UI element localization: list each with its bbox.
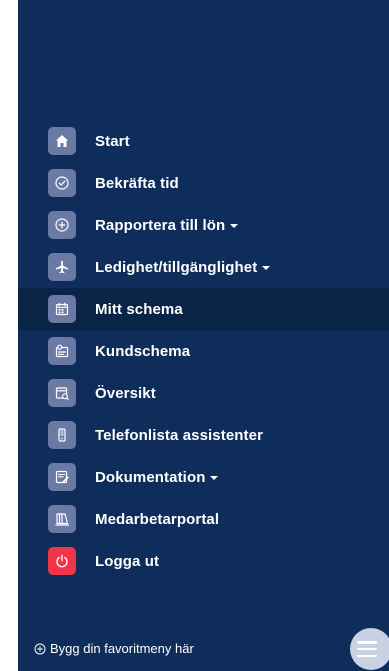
build-favorite-menu-link[interactable]: Bygg din favoritmeny här: [34, 641, 194, 656]
menu-item-label: Dokumentation: [95, 468, 219, 486]
menu-item-label: Översikt: [95, 384, 156, 402]
menu-item-logga-ut[interactable]: Logga ut: [18, 540, 389, 582]
menu-item-kundschema[interactable]: Kundschema: [18, 330, 389, 372]
menu-item-label: Mitt schema: [95, 300, 183, 318]
airplane-icon: [48, 253, 76, 281]
menu-item-dokumentation[interactable]: Dokumentation: [18, 456, 389, 498]
menu-item-label: Ledighet/tillgänglighet: [95, 258, 271, 276]
caret-down-icon: [230, 224, 239, 228]
menu-item-text: Dokumentation: [95, 468, 206, 486]
menu-item-mitt-schema[interactable]: Mitt schema: [18, 288, 389, 330]
menu-item-label: Telefonlista assistenter: [95, 426, 264, 444]
menu-item-label: Medarbetarportal: [95, 510, 220, 528]
menu-item-label: Logga ut: [95, 552, 160, 570]
customer-schedule-icon: [48, 337, 76, 365]
phone-icon: [48, 421, 76, 449]
menu-item-ledighet[interactable]: Ledighet/tillgänglighet: [18, 246, 389, 288]
portal-icon: [48, 505, 76, 533]
caret-down-icon: [210, 476, 219, 480]
home-icon: [48, 127, 76, 155]
menu-item-oversikt[interactable]: Översikt: [18, 372, 389, 414]
document-edit-icon: [48, 463, 76, 491]
menu-item-start[interactable]: Start: [18, 120, 389, 162]
plus-circle-icon: [48, 211, 76, 239]
hamburger-icon: [357, 641, 377, 657]
menu-item-label: Start: [95, 132, 130, 150]
caret-down-icon: [262, 266, 271, 270]
menu-item-bekrafta-tid[interactable]: Bekräfta tid: [18, 162, 389, 204]
menu-item-rapportera-till-lon[interactable]: Rapportera till lön: [18, 204, 389, 246]
menu-toggle-button[interactable]: [350, 628, 389, 670]
power-icon: [48, 547, 76, 575]
main-menu: Start Bekräfta tid Rapportera till lön L…: [18, 120, 389, 582]
build-favorite-menu-label: Bygg din favoritmeny här: [50, 641, 194, 656]
menu-item-medarbetarportal[interactable]: Medarbetarportal: [18, 498, 389, 540]
check-circle-icon: [48, 169, 76, 197]
menu-item-telefonlista[interactable]: Telefonlista assistenter: [18, 414, 389, 456]
overview-icon: [48, 379, 76, 407]
navigation-panel: Start Bekräfta tid Rapportera till lön L…: [18, 0, 389, 671]
menu-item-text: Ledighet/tillgänglighet: [95, 258, 258, 276]
menu-item-label: Kundschema: [95, 342, 191, 360]
plus-circle-icon: [34, 643, 46, 654]
menu-item-label: Bekräfta tid: [95, 174, 179, 192]
menu-item-label: Rapportera till lön: [95, 216, 239, 234]
calendar-icon: [48, 295, 76, 323]
menu-item-text: Rapportera till lön: [95, 216, 226, 234]
